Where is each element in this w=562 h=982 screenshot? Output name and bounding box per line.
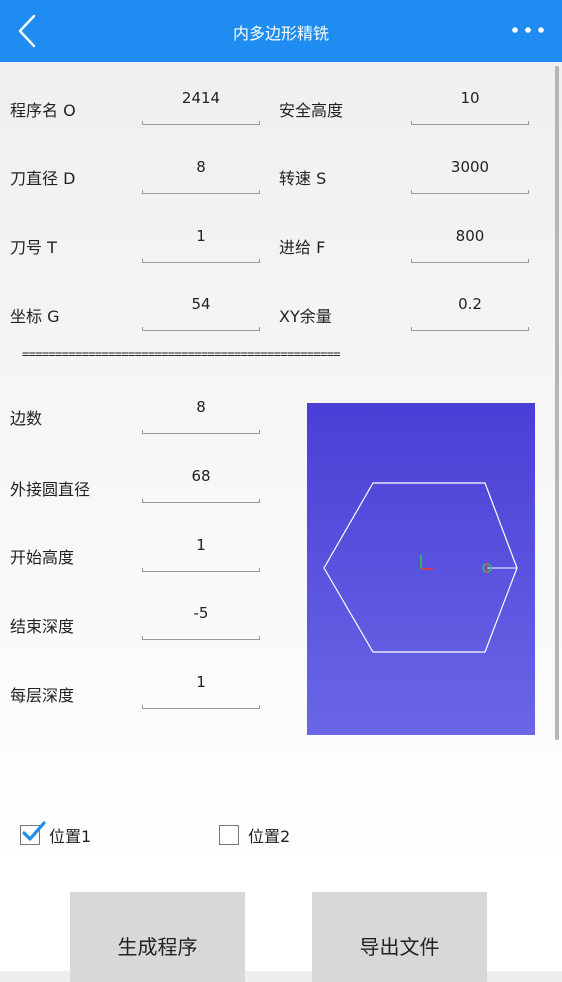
xy-allowance-input[interactable]: 0.2 bbox=[411, 295, 529, 331]
end-depth-value: -5 bbox=[193, 604, 209, 622]
tool-diameter-value: 8 bbox=[196, 158, 206, 176]
coordinate-value: 54 bbox=[191, 295, 211, 313]
tool-number-label: 刀号 T bbox=[10, 238, 57, 257]
checkbox-unchecked-icon bbox=[219, 825, 239, 845]
xy-allowance-label: XY余量 bbox=[279, 307, 332, 326]
tool-number-value: 1 bbox=[196, 227, 206, 245]
circumscribed-diameter-value: 68 bbox=[191, 467, 211, 485]
layer-depth-input[interactable]: 1 bbox=[142, 673, 260, 709]
start-height-value: 1 bbox=[196, 536, 206, 554]
feed-input[interactable]: 800 bbox=[411, 227, 529, 263]
app-bar: 内多边形精铣 bbox=[0, 0, 562, 62]
toolpath-preview bbox=[307, 403, 535, 735]
tool-diameter-input[interactable]: 8 bbox=[142, 158, 260, 194]
end-depth-label: 结束深度 bbox=[10, 617, 75, 636]
feed-value: 800 bbox=[455, 227, 485, 245]
spindle-speed-value: 3000 bbox=[450, 158, 490, 176]
scrollbar[interactable] bbox=[555, 66, 559, 740]
start-height-input[interactable]: 1 bbox=[142, 536, 260, 572]
position1-checkbox[interactable]: 位置1 bbox=[20, 821, 92, 847]
feed-label: 进给 F bbox=[279, 238, 326, 257]
separator-line: ========================================… bbox=[22, 347, 341, 361]
more-button[interactable] bbox=[510, 18, 550, 42]
safe-height-value: 10 bbox=[460, 89, 480, 107]
start-height-label: 开始高度 bbox=[10, 548, 75, 567]
coordinate-label: 坐标 G bbox=[10, 307, 60, 326]
program-name-label: 程序名 O bbox=[10, 101, 76, 120]
sides-label: 边数 bbox=[10, 409, 43, 428]
program-name-value: 2414 bbox=[181, 89, 221, 107]
origin-axis-icon bbox=[420, 555, 433, 570]
more-horizontal-icon bbox=[512, 27, 544, 33]
layer-depth-label: 每层深度 bbox=[10, 686, 75, 705]
tool-diameter-label: 刀直径 D bbox=[10, 169, 76, 188]
end-depth-input[interactable]: -5 bbox=[142, 604, 260, 640]
safe-height-input[interactable]: 10 bbox=[411, 89, 529, 125]
safe-height-label: 安全高度 bbox=[279, 101, 344, 120]
position2-checkbox[interactable]: 位置2 bbox=[219, 823, 290, 847]
page-title: 内多边形精铣 bbox=[232, 24, 329, 43]
spindle-speed-input[interactable]: 3000 bbox=[411, 158, 529, 194]
spindle-speed-label: 转速 S bbox=[279, 169, 327, 188]
sides-value: 8 bbox=[196, 398, 206, 416]
layer-depth-value: 1 bbox=[196, 673, 206, 691]
sides-input[interactable]: 8 bbox=[142, 398, 260, 434]
coordinate-input[interactable]: 54 bbox=[142, 295, 260, 331]
generate-program-button[interactable]: 生成程序 bbox=[70, 892, 245, 982]
position2-label: 位置2 bbox=[248, 827, 291, 846]
program-name-input[interactable]: 2414 bbox=[142, 89, 260, 125]
xy-allowance-value: 0.2 bbox=[458, 295, 482, 313]
circumscribed-diameter-input[interactable]: 68 bbox=[142, 467, 260, 503]
circumscribed-diameter-label: 外接圆直径 bbox=[10, 480, 91, 499]
checkbox-checked-icon bbox=[20, 821, 46, 845]
position1-label: 位置1 bbox=[49, 827, 92, 846]
tool-number-input[interactable]: 1 bbox=[142, 227, 260, 263]
export-file-button[interactable]: 导出文件 bbox=[312, 892, 487, 982]
